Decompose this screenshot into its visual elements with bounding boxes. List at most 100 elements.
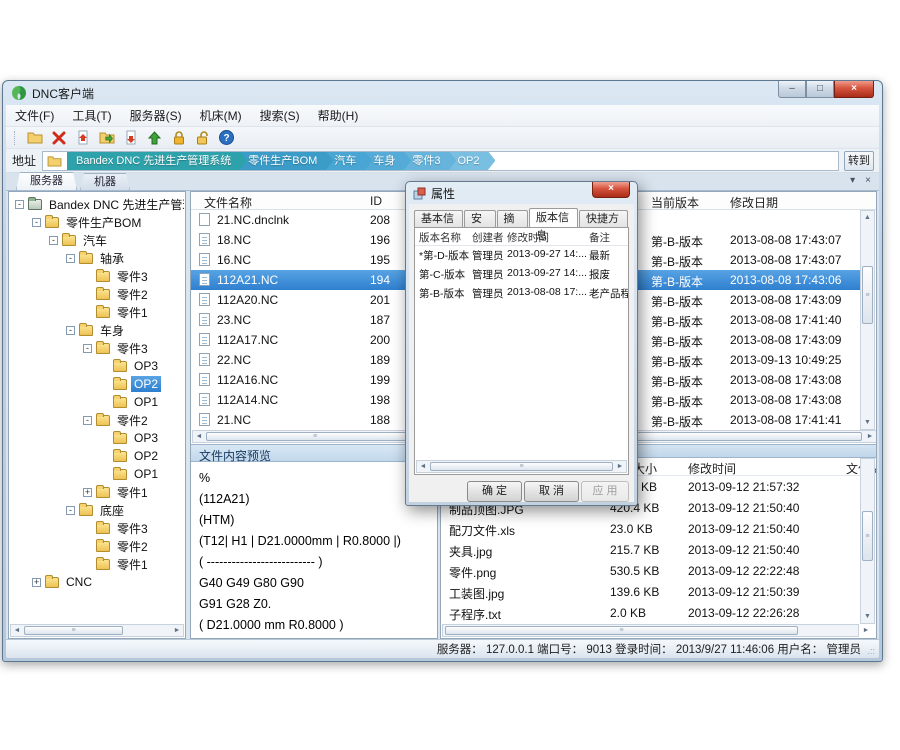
view-tab[interactable]: 机器 [80, 173, 130, 190]
version-vertical-scrollbar[interactable]: ▲ ≡ ▼ [860, 210, 875, 430]
attachment-row[interactable]: 零件.png 530.5 KB 2013-09-12 22:22:48 [441, 560, 860, 581]
creator-column-header[interactable]: 创建者 [472, 230, 504, 245]
tree-item[interactable]: + CNC [10, 573, 184, 591]
file-name-column-header[interactable]: 文件名称 [204, 194, 252, 211]
modify-date-column-header[interactable]: 修改日期 [730, 194, 778, 211]
file-row[interactable]: 18.NC 196 [191, 230, 437, 250]
tree-expander[interactable]: - [66, 326, 75, 335]
dialog-tab[interactable]: 摘要 [497, 210, 529, 227]
tab-close-icon[interactable]: × [865, 175, 871, 186]
new-folder-icon[interactable] [26, 129, 43, 146]
file-row[interactable]: 112A16.NC 199 [191, 370, 437, 390]
dialog-title-bar[interactable]: 属性 × [406, 182, 637, 204]
tree-item[interactable]: OP3 [10, 429, 184, 447]
version-table-row[interactable]: *第-D-版本 管理员 2013-09-27 14:... 最新 [415, 246, 628, 265]
tree-item[interactable]: 零件2 [10, 537, 184, 555]
ok-button[interactable]: 确 定 [467, 481, 522, 502]
tree-item[interactable]: 零件3 [10, 267, 184, 285]
version-table-header[interactable]: 版本名称 创建者 修改时间 备注 [415, 228, 628, 246]
tree-item[interactable]: - 零件生产BOM [10, 213, 184, 231]
menu-item[interactable]: 工具(T) [63, 105, 120, 126]
tree-item[interactable]: - 车身 [10, 321, 184, 339]
tree-item[interactable]: - Bandex DNC 先进生产管理系统 [10, 195, 184, 213]
tree-item[interactable]: - 底座 [10, 501, 184, 519]
attachment-row[interactable]: 配刀文件.xls 23.0 KB 2013-09-12 21:50:40 [441, 518, 860, 539]
help-icon[interactable]: ? [218, 129, 235, 146]
attachment-row[interactable]: 子程序.txt 2.0 KB 2013-09-12 22:26:28 [441, 602, 860, 623]
file-id-column-header[interactable]: ID [370, 194, 382, 208]
address-field[interactable]: Bandex DNC 先进生产管理系统 零件生产BOM 汽车 车身 零件3 OP… [42, 151, 839, 171]
tab-dropdown-icon[interactable]: ▾ [850, 175, 855, 186]
breadcrumb-segment[interactable]: Bandex DNC 先进生产管理系统 [67, 151, 247, 171]
tree-item[interactable]: OP1 [10, 393, 184, 411]
dialog-tab[interactable]: 安全 [464, 210, 496, 227]
import-folder-icon[interactable] [98, 129, 115, 146]
file-row[interactable]: 22.NC 189 [191, 350, 437, 370]
current-version-column-header[interactable]: 当前版本 [651, 194, 699, 211]
file-row[interactable]: 21.NC 188 [191, 410, 437, 430]
tree-item[interactable]: + 零件1 [10, 483, 184, 501]
unlock-icon[interactable] [194, 129, 211, 146]
tree-expander[interactable]: - [15, 200, 24, 209]
close-button[interactable]: × [834, 81, 874, 98]
file-row[interactable]: 16.NC 195 [191, 250, 437, 270]
attachment-horizontal-scrollbar[interactable]: ≡ ► [442, 624, 859, 637]
minimize-button[interactable]: – [778, 81, 806, 98]
version-table-row[interactable]: 第-B-版本 管理员 2013-08-08 17:... 老产品程序 [415, 284, 628, 303]
attachment-vertical-scrollbar[interactable]: ≡ ▼ [860, 458, 875, 624]
dialog-close-button[interactable]: × [592, 182, 630, 198]
go-button[interactable]: 转到 [844, 151, 874, 171]
dialog-tab[interactable]: 基本信息 [414, 210, 463, 227]
tree-item[interactable]: - 轴承 [10, 249, 184, 267]
delete-icon[interactable] [50, 129, 67, 146]
tree-expander[interactable]: - [83, 344, 92, 353]
attachment-row[interactable]: 夹具.jpg 215.7 KB 2013-09-12 21:50:40 [441, 539, 860, 560]
menu-item[interactable]: 文件(F) [6, 105, 63, 126]
attachment-row[interactable]: 工装图.jpg 139.6 KB 2013-09-12 21:50:39 [441, 581, 860, 602]
version-table-row[interactable]: 第-C-版本 管理员 2013-09-27 14:... 报废 [415, 265, 628, 284]
menu-item[interactable]: 服务器(S) [121, 105, 191, 126]
tree-item[interactable]: - 汽车 [10, 231, 184, 249]
maximize-button[interactable]: □ [806, 81, 834, 98]
checkin-file-icon[interactable] [74, 129, 91, 146]
version-name-column-header[interactable]: 版本名称 [419, 230, 461, 245]
view-tab[interactable]: 服务器 [16, 172, 77, 190]
tree-item[interactable]: OP3 [10, 357, 184, 375]
cancel-button[interactable]: 取 消 [524, 481, 579, 502]
tree-expander[interactable]: + [32, 578, 41, 587]
tree-item[interactable]: 零件1 [10, 555, 184, 573]
menu-item[interactable]: 搜索(S) [251, 105, 309, 126]
file-row[interactable]: 112A21.NC 194 [191, 270, 437, 290]
menu-item[interactable]: 帮助(H) [309, 105, 368, 126]
menu-item[interactable]: 机床(M) [191, 105, 251, 126]
dialog-tab[interactable]: 快捷方式 [579, 210, 628, 227]
tree-expander[interactable]: - [66, 506, 75, 515]
tree-item[interactable]: 零件3 [10, 519, 184, 537]
file-row[interactable]: 112A17.NC 200 [191, 330, 437, 350]
tree-item[interactable]: 零件1 [10, 303, 184, 321]
file-row[interactable]: 21.NC.dnclnk 208 [191, 210, 437, 230]
file-row[interactable]: 23.NC 187 [191, 310, 437, 330]
breadcrumb-segment[interactable]: 零件生产BOM [239, 151, 333, 171]
modify-time-column-header[interactable]: 修改时间 [688, 460, 736, 477]
dialog-tab[interactable]: 版本信息 [529, 208, 578, 227]
preview-body[interactable]: % (112A21) (HTM) (T12| H1 | D21.0000mm |… [191, 463, 437, 638]
tree-expander[interactable]: - [66, 254, 75, 263]
tree-item[interactable]: - 零件2 [10, 411, 184, 429]
tree-expander[interactable]: + [83, 488, 92, 497]
note-column-header[interactable]: 备注 [589, 230, 610, 245]
dialog-horizontal-scrollbar[interactable]: ◄ ≡ ► [416, 460, 627, 473]
tree-item[interactable]: - 零件3 [10, 339, 184, 357]
tree-expander[interactable]: - [83, 416, 92, 425]
file-list-horizontal-scrollbar[interactable]: ◄ ≡ [192, 430, 438, 443]
send-icon[interactable] [146, 129, 163, 146]
checkout-file-icon[interactable] [122, 129, 139, 146]
resize-grip[interactable]: .:: [867, 646, 875, 656]
tree-item[interactable]: OP1 [10, 465, 184, 483]
tree-item[interactable]: OP2 [10, 447, 184, 465]
tree-item[interactable]: OP2 [10, 375, 184, 393]
title-bar[interactable]: DNC客户端 – □ × [3, 81, 882, 105]
file-row[interactable]: 112A20.NC 201 [191, 290, 437, 310]
tree-expander[interactable]: - [49, 236, 58, 245]
file-row[interactable]: 112A14.NC 198 [191, 390, 437, 410]
